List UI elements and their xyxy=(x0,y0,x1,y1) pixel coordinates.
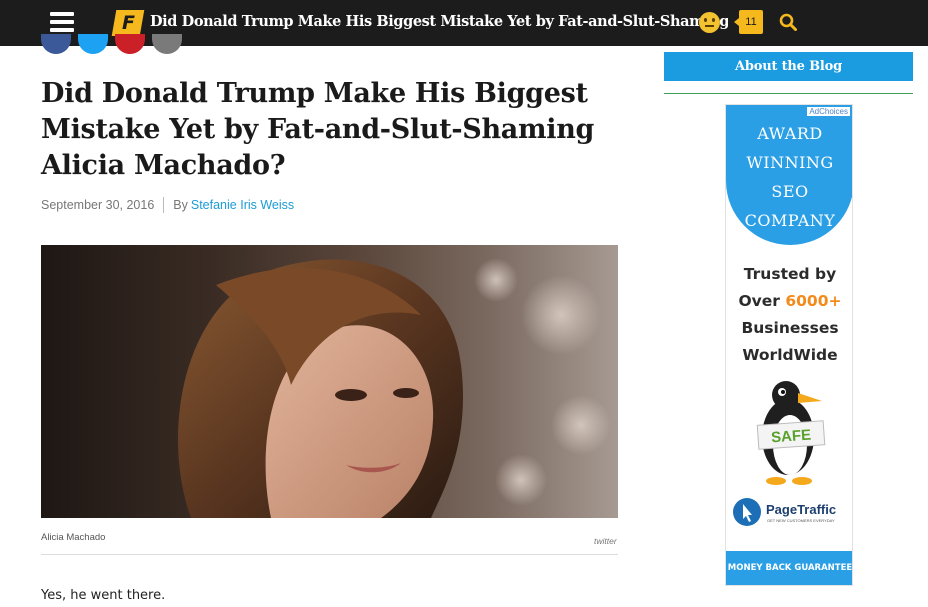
article-hero-image xyxy=(41,245,618,518)
ad-trusted-line: Trusted by xyxy=(743,265,837,283)
search-icon[interactable] xyxy=(779,13,797,31)
caption-divider xyxy=(41,554,618,555)
author-link[interactable]: Stefanie Iris Weiss xyxy=(191,198,294,212)
ad-trusted-line: Businesses xyxy=(741,319,839,337)
about-the-blog-button[interactable]: About the Blog xyxy=(664,52,913,81)
ad-headline: AWARD WINNING SEO COMPANY xyxy=(726,119,852,235)
ad-badge-text: SAFE xyxy=(771,427,812,447)
ad-trusted-highlight: 6000+ xyxy=(785,292,842,310)
sidebar-divider xyxy=(664,93,913,94)
ad-trusted-prefix: Over xyxy=(738,292,786,310)
ad-trusted-line: WorldWide xyxy=(742,346,838,364)
site-logo[interactable]: F xyxy=(111,10,145,36)
article-headline: Did Donald Trump Make His Biggest Mistak… xyxy=(41,78,595,181)
ad-brand-tagline: GET NEW CUSTOMERS EVERYDAY xyxy=(767,518,835,523)
sidebar-ad[interactable]: AdChoices AWARD WINNING SEO COMPANY Trus… xyxy=(725,104,853,586)
twitter-share-icon[interactable] xyxy=(78,34,108,54)
reaction-emoji-icon[interactable] xyxy=(699,12,720,33)
article-meta: September 30, 2016 By Stefanie Iris Weis… xyxy=(41,196,294,214)
hamburger-menu-icon[interactable] xyxy=(50,12,74,34)
ad-brand-name: PageTraffic xyxy=(766,502,837,517)
pinterest-share-icon[interactable] xyxy=(115,34,145,54)
image-caption: Alicia Machado xyxy=(41,532,106,543)
adchoices-label[interactable]: AdChoices xyxy=(807,107,850,116)
ad-headline-line: WINNING xyxy=(746,153,834,172)
page: F Did Donald Trump Make His Biggest Mist… xyxy=(0,0,928,607)
ad-trusted-text: Trusted by Over 6000+ Businesses WorldWi… xyxy=(726,261,852,369)
ad-guarantee-banner: MONEY BACK GUARANTEE xyxy=(726,551,852,585)
by-label: By xyxy=(173,198,188,212)
logo-letter: F xyxy=(121,12,135,34)
comment-count-badge[interactable]: 11 xyxy=(734,10,763,34)
article-paragraph: Yes, he went there. xyxy=(41,588,166,603)
penguin-mascot-icon: SAFE xyxy=(756,381,826,485)
ad-headline-line: SEO xyxy=(771,182,809,201)
ad-headline-line: AWARD xyxy=(757,124,823,143)
email-share-icon[interactable] xyxy=(152,34,182,54)
portrait-illustration xyxy=(177,258,611,518)
ad-headline-line: COMPANY xyxy=(744,211,836,230)
top-bar-title: Did Donald Trump Make His Biggest Mistak… xyxy=(150,13,728,30)
facebook-share-icon[interactable] xyxy=(41,34,71,54)
publish-date: September 30, 2016 xyxy=(41,198,155,212)
image-credit: twitter xyxy=(594,536,617,546)
ad-trusted-line: Over 6000+ xyxy=(726,288,852,315)
meta-divider xyxy=(163,197,165,213)
